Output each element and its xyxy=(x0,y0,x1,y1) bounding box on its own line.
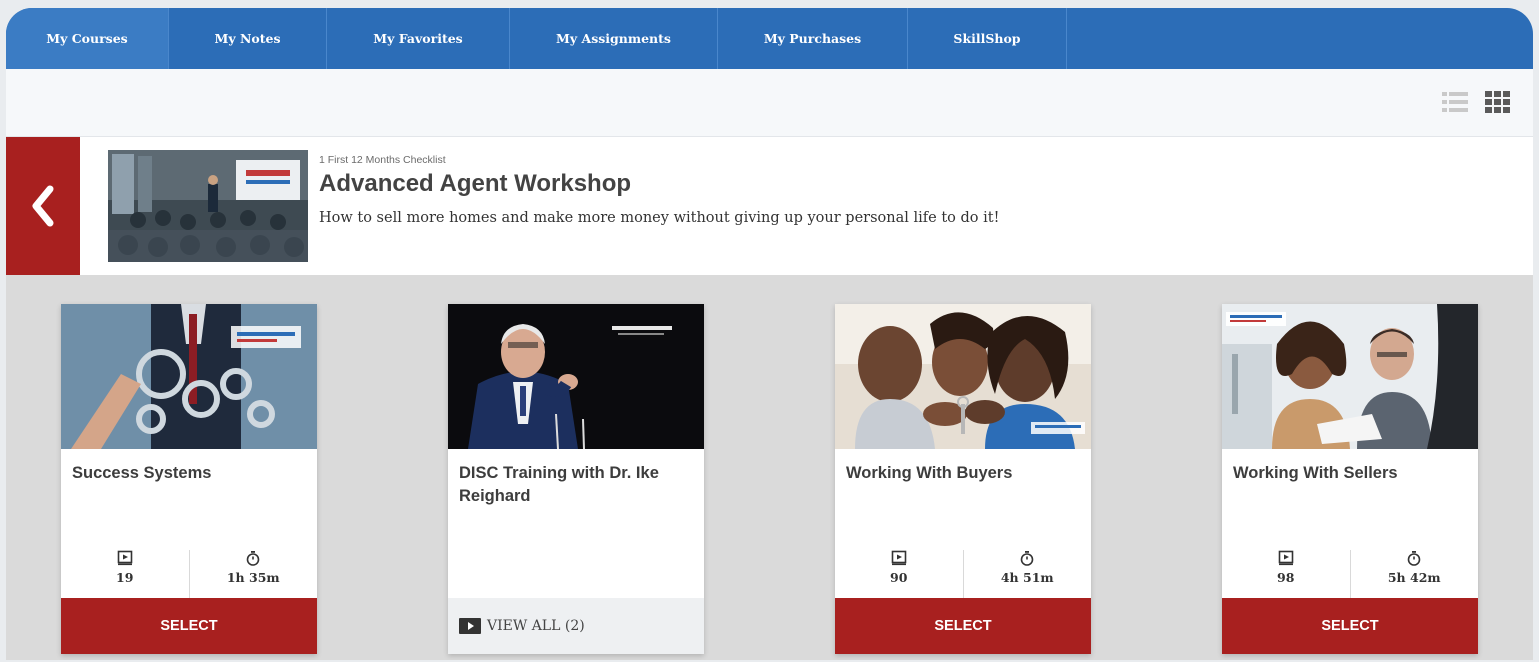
course-title: Success Systems xyxy=(72,464,212,482)
grid-view-button[interactable] xyxy=(1482,87,1512,117)
course-thumbnail xyxy=(835,304,1091,449)
duration-value: 5h 42m xyxy=(1387,570,1441,585)
tab-my-notes[interactable]: My Notes xyxy=(169,8,327,69)
course-duration: 1h 35m xyxy=(188,550,318,598)
course-stats: 90 4h 51m xyxy=(835,550,1091,598)
course-description: How to sell more homes and make more mon… xyxy=(319,210,1000,226)
course-thumbnail xyxy=(448,304,704,449)
video-folder-icon xyxy=(459,618,481,634)
top-nav: My Courses My Notes My Favorites My Assi… xyxy=(6,8,1533,69)
course-stats: 98 5h 42m xyxy=(1222,550,1478,598)
video-icon xyxy=(117,550,133,566)
checklist-label: 1 First 12 Months Checklist xyxy=(319,154,446,166)
view-toolbar xyxy=(6,69,1533,137)
select-button[interactable]: SELECT xyxy=(1222,598,1478,654)
course-card-working-with-buyers[interactable]: Working With Buyers 90 4h 51m SELECT xyxy=(835,304,1091,654)
course-header: 1 First 12 Months Checklist Advanced Age… xyxy=(6,137,1533,275)
course-card-working-with-sellers[interactable]: Working With Sellers 98 5h 42m SELECT xyxy=(1222,304,1478,654)
list-view-button[interactable] xyxy=(1440,87,1470,117)
duration-value: 4h 51m xyxy=(1000,570,1054,585)
tab-my-courses[interactable]: My Courses xyxy=(6,8,169,69)
lesson-count-value: 98 xyxy=(1277,570,1295,585)
course-grid: Success Systems 19 1h 35m SELECT DISC Tr… xyxy=(6,275,1533,660)
video-icon xyxy=(891,550,907,566)
lesson-count-value: 90 xyxy=(890,570,908,585)
course-duration: 5h 42m xyxy=(1349,550,1479,598)
course-duration: 4h 51m xyxy=(962,550,1092,598)
course-title: Working With Buyers xyxy=(846,464,1013,482)
lesson-count-value: 19 xyxy=(116,570,134,585)
tab-my-purchases[interactable]: My Purchases xyxy=(718,8,908,69)
course-stats: 19 1h 35m xyxy=(61,550,317,598)
stopwatch-icon xyxy=(1020,551,1034,566)
page-title: Advanced Agent Workshop xyxy=(319,170,632,197)
duration-value: 1h 35m xyxy=(226,570,280,585)
video-icon xyxy=(1278,550,1294,566)
select-button[interactable]: SELECT xyxy=(835,598,1091,654)
tab-skillshop[interactable]: SkillShop xyxy=(908,8,1067,69)
select-button[interactable]: SELECT xyxy=(61,598,317,654)
course-card-disc-training[interactable]: DISC Training with Dr. Ike Reighard VIEW… xyxy=(448,304,704,654)
tab-my-assignments[interactable]: My Assignments xyxy=(510,8,718,69)
lesson-count: 98 xyxy=(1222,550,1350,598)
view-all-label: VIEW ALL (2) xyxy=(487,618,585,634)
back-button[interactable] xyxy=(6,137,80,275)
list-view-icon xyxy=(1442,92,1468,112)
course-title: Working With Sellers xyxy=(1233,464,1398,482)
course-thumbnail xyxy=(61,304,317,449)
course-title: DISC Training with Dr. Ike Reighard xyxy=(459,464,659,505)
stopwatch-icon xyxy=(246,551,260,566)
grid-view-icon xyxy=(1485,91,1510,113)
chevron-left-icon xyxy=(32,185,54,227)
tab-my-favorites[interactable]: My Favorites xyxy=(327,8,510,69)
lesson-count: 90 xyxy=(835,550,963,598)
app-frame: My Courses My Notes My Favorites My Assi… xyxy=(6,8,1533,660)
workshop-thumbnail xyxy=(108,150,308,262)
course-card-success-systems[interactable]: Success Systems 19 1h 35m SELECT xyxy=(61,304,317,654)
lesson-count: 19 xyxy=(61,550,189,598)
view-all-button[interactable]: VIEW ALL (2) xyxy=(448,598,704,654)
stopwatch-icon xyxy=(1407,551,1421,566)
course-thumbnail xyxy=(1222,304,1478,449)
